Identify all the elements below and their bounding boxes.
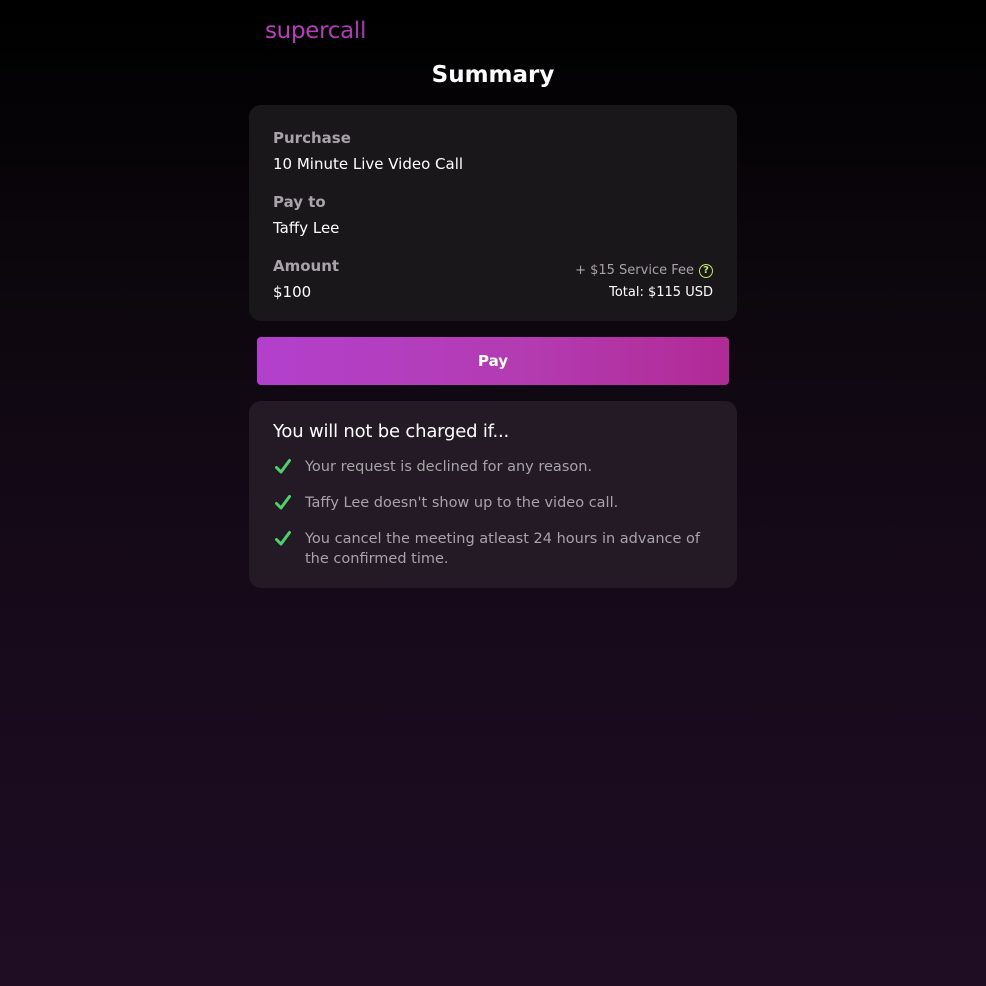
- service-fee-text: + $15 Service Fee: [575, 263, 694, 278]
- amount-label: Amount: [273, 257, 340, 275]
- checkmark-icon: [275, 531, 291, 546]
- order-summary-card: Purchase 10 Minute Live Video Call Pay t…: [249, 105, 737, 321]
- pay-button[interactable]: Pay: [257, 337, 729, 385]
- no-charge-item: You cancel the meeting atleast 24 hours …: [273, 529, 713, 569]
- no-charge-heading: You will not be charged if...: [273, 421, 510, 442]
- checkmark-icon: [275, 459, 291, 474]
- no-charge-item-text: Your request is declined for any reason.: [305, 459, 593, 475]
- purchase-label: Purchase: [273, 129, 351, 147]
- no-charge-item: Your request is declined for any reason.: [273, 457, 713, 477]
- payto-value: Taffy Lee: [273, 219, 340, 237]
- no-charge-item: Taffy Lee doesn't show up to the video c…: [273, 493, 713, 513]
- total-amount: Total: $115 USD: [609, 285, 713, 300]
- service-fee-line: + $15 Service Fee ?: [575, 262, 713, 280]
- no-charge-item-text: Taffy Lee doesn't show up to the video c…: [305, 495, 619, 511]
- no-charge-card: You will not be charged if... Your reque…: [249, 401, 737, 588]
- payto-label: Pay to: [273, 193, 326, 211]
- checkmark-icon: [275, 495, 291, 510]
- purchase-value: 10 Minute Live Video Call: [273, 155, 464, 173]
- no-charge-item-text: You cancel the meeting atleast 24 hours …: [305, 531, 701, 567]
- amount-value: $100: [273, 283, 312, 301]
- page-title: Summary: [431, 62, 555, 88]
- brand-logo[interactable]: supercall: [265, 16, 366, 46]
- question-circle-icon[interactable]: ?: [699, 264, 713, 278]
